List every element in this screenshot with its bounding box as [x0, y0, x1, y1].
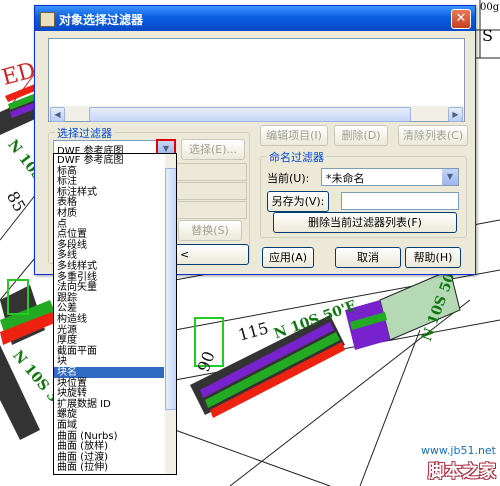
dropdown-item[interactable]: 法向矢量: [57, 282, 97, 293]
y-field[interactable]: [175, 182, 247, 200]
selection-filter-label: 选择过滤器: [55, 125, 114, 141]
app-icon: [40, 12, 55, 27]
chevron-down-icon[interactable]: ▼: [442, 169, 458, 185]
dropdown-item[interactable]: 曲面 (拉伸): [57, 462, 108, 473]
save-as-name-field[interactable]: [341, 192, 459, 210]
replace-button[interactable]: 替换(S): [178, 220, 242, 241]
x-field[interactable]: [175, 163, 247, 181]
vertical-scrollbar[interactable]: [165, 154, 176, 474]
scroll-thumb[interactable]: [165, 168, 176, 410]
cad-corner-text: 00g: [480, 2, 500, 13]
dropdown-item[interactable]: 曲面 (放样): [57, 441, 108, 452]
dropdown-item[interactable]: 标注: [57, 176, 77, 187]
select-button[interactable]: 选择(E)...: [181, 139, 245, 160]
named-filter-label: 命名过滤器: [267, 149, 326, 165]
dropdown-item[interactable]: 面域: [57, 420, 77, 431]
save-as-button[interactable]: 另存为(V):: [267, 191, 329, 212]
delete-current-filter-button[interactable]: 删除当前过滤器列表(F): [273, 212, 457, 233]
dropdown-item[interactable]: DWF 参考底图: [57, 155, 124, 166]
current-label: 当前(U):: [267, 172, 310, 185]
dropdown-item[interactable]: 构造线: [57, 314, 87, 325]
current-filter-value: *未命名: [326, 172, 365, 185]
watermark-name: 脚本之家: [428, 462, 496, 482]
title-bar[interactable]: 对象选择过滤器 ✕: [35, 6, 475, 31]
z-field[interactable]: [175, 201, 247, 219]
watermark-url: www.jb51.net: [420, 444, 496, 457]
dialog-title: 对象选择过滤器: [59, 13, 144, 27]
scroll-thumb[interactable]: [89, 107, 411, 122]
apply-button[interactable]: 应用(A): [262, 247, 314, 268]
scroll-right-icon[interactable]: ▶: [448, 107, 463, 122]
cad-corner-letter: S: [482, 26, 493, 45]
edit-item-button[interactable]: 编辑项目(I): [260, 125, 328, 146]
dropdown-item[interactable]: 螺旋: [57, 409, 77, 420]
dropdown-item[interactable]: 块旋转: [57, 388, 87, 399]
cancel-button[interactable]: 取消: [335, 247, 401, 268]
dropdown-item[interactable]: 多线样式: [57, 261, 97, 272]
dropdown-item[interactable]: 标高: [57, 166, 77, 177]
delete-button[interactable]: 删除(D): [334, 125, 388, 146]
horizontal-scrollbar[interactable]: ◀ ▶: [48, 106, 465, 122]
dropdown-item[interactable]: 块位置: [57, 378, 87, 389]
dropdown-item[interactable]: 点位置: [57, 229, 87, 240]
dropdown-item[interactable]: 光源: [57, 325, 77, 336]
dropdown-item[interactable]: 曲面 (Nurbs): [57, 431, 117, 442]
dropdown-item[interactable]: 材质: [57, 208, 77, 219]
dropdown-item[interactable]: 多重引线: [57, 272, 97, 283]
site-watermark: www.jb51.net 脚本之家: [421, 444, 496, 482]
close-button[interactable]: ✕: [451, 9, 471, 29]
dropdown-item[interactable]: 厚度: [57, 335, 77, 346]
dropdown-item[interactable]: 块名: [54, 367, 164, 378]
dropdown-item[interactable]: 点: [57, 219, 67, 230]
current-filter-combo[interactable]: *未命名 ▼: [321, 168, 459, 186]
add-to-list-button[interactable]: <: [175, 244, 249, 265]
filter-list-box[interactable]: [48, 38, 465, 108]
filter-type-dropdown[interactable]: DWF 参考底图 标高 标注 标注样式 表格 材质点点位置 多段线 多线 多线样式 多重引线 法向矢…: [53, 153, 177, 475]
dropdown-item[interactable]: 块: [57, 356, 67, 367]
scroll-left-icon[interactable]: ◀: [50, 107, 65, 122]
help-button[interactable]: 帮助(H): [405, 247, 461, 268]
dropdown-item[interactable]: 表格: [57, 197, 77, 208]
dropdown-item[interactable]: 公差: [57, 303, 77, 314]
clear-list-button[interactable]: 清除列表(C): [398, 125, 468, 146]
dropdown-item[interactable]: 多线: [57, 250, 77, 261]
